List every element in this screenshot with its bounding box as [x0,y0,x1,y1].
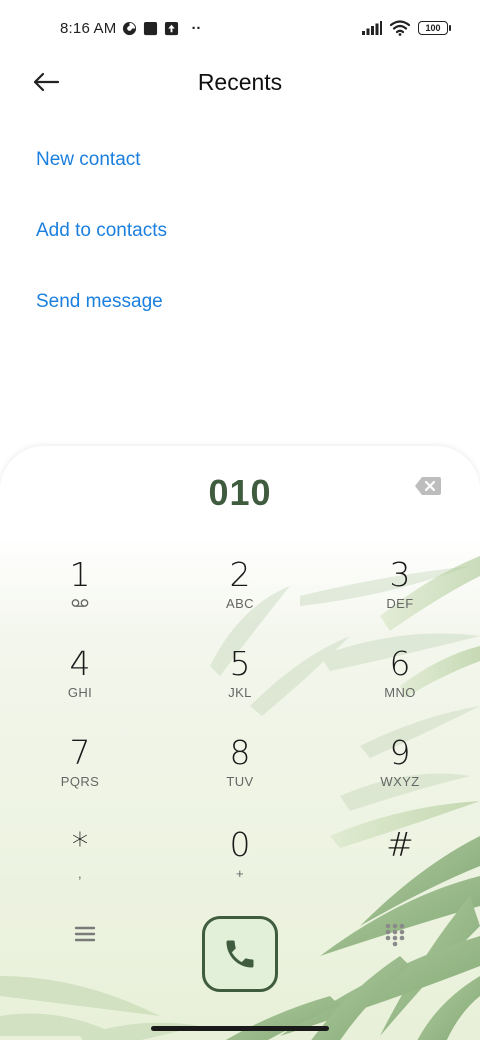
phone-icon [226,940,254,968]
key-1[interactable]: 1 [20,556,140,636]
key-letters: GHI [67,685,93,700]
page-title: Recents [197,68,283,95]
status-bar-left: 8:16 AM ·· [60,20,201,37]
key-3[interactable]: 3 DEF [340,556,460,636]
key-5[interactable]: 5 JKL [180,645,300,725]
key-6[interactable]: 6 MNO [340,645,460,725]
key-digit: 8 [229,733,251,772]
signal-icon [362,21,382,35]
send-message-link[interactable]: Send message [36,291,163,313]
key-letters: DEF [386,596,414,611]
home-indicator[interactable] [151,1026,329,1031]
key-hash[interactable]: # [340,826,460,906]
new-contact-link[interactable]: New contact [36,149,141,171]
back-button[interactable] [28,66,64,98]
data-saver-icon [122,21,137,36]
keypad-icon [385,923,405,947]
key-letters: PQRS [60,774,100,789]
more-notifications-icon: ·· [191,19,202,37]
key-8[interactable]: 8 TUV [180,734,300,814]
menu-icon [74,926,96,942]
key-digit: 9 [389,733,411,772]
notification-square-icon [143,21,158,36]
call-button[interactable] [202,916,278,992]
key-digit: 6 [389,644,411,683]
key-letters: , [77,866,82,881]
key-2[interactable]: 2 ABC [180,556,300,636]
key-letters: JKL [228,685,252,700]
dialed-number[interactable]: 010 [208,472,271,514]
menu-button[interactable] [72,922,98,946]
key-digit: 5 [229,644,251,683]
key-digit: 1 [69,555,91,594]
key-star[interactable]: * , [20,826,140,906]
key-letters: WXYZ [380,774,420,789]
key-0[interactable]: 0 + [180,826,300,906]
key-digit: 3 [389,555,411,594]
key-digit: 4 [69,644,91,683]
backspace-button[interactable] [414,475,442,497]
keypad-toggle-button[interactable] [384,922,406,948]
backspace-icon [415,477,441,495]
key-letters: TUV [226,774,254,789]
app-header: Recents [0,56,480,108]
battery-icon: 100 [418,21,451,35]
status-bar-right: 100 [362,20,451,36]
status-time: 8:16 AM [60,19,117,37]
key-letters: + [236,866,244,881]
wifi-icon [390,20,410,36]
key-digit: # [386,825,414,864]
add-to-contacts-link[interactable]: Add to contacts [36,220,167,242]
key-9[interactable]: 9 WXYZ [340,734,460,814]
arrow-left-icon [33,72,60,92]
number-display-row: 010 [0,446,480,536]
key-letters: ABC [226,596,254,611]
key-4[interactable]: 4 GHI [20,645,140,725]
status-bar: 8:16 AM ·· 100 [0,0,480,56]
voicemail-icon [71,599,89,607]
key-digit: 0 [229,825,251,864]
key-digit: 2 [229,555,251,594]
key-letters: MNO [384,685,416,700]
dialer-panel: 010 1 2 ABC 3 DEF 4 GHI 5 JKL 6 MNO 7 PQ… [0,446,480,1040]
key-7[interactable]: 7 PQRS [20,734,140,814]
key-digit: * [71,825,89,864]
key-digit: 7 [69,733,91,772]
upload-icon [164,21,179,36]
